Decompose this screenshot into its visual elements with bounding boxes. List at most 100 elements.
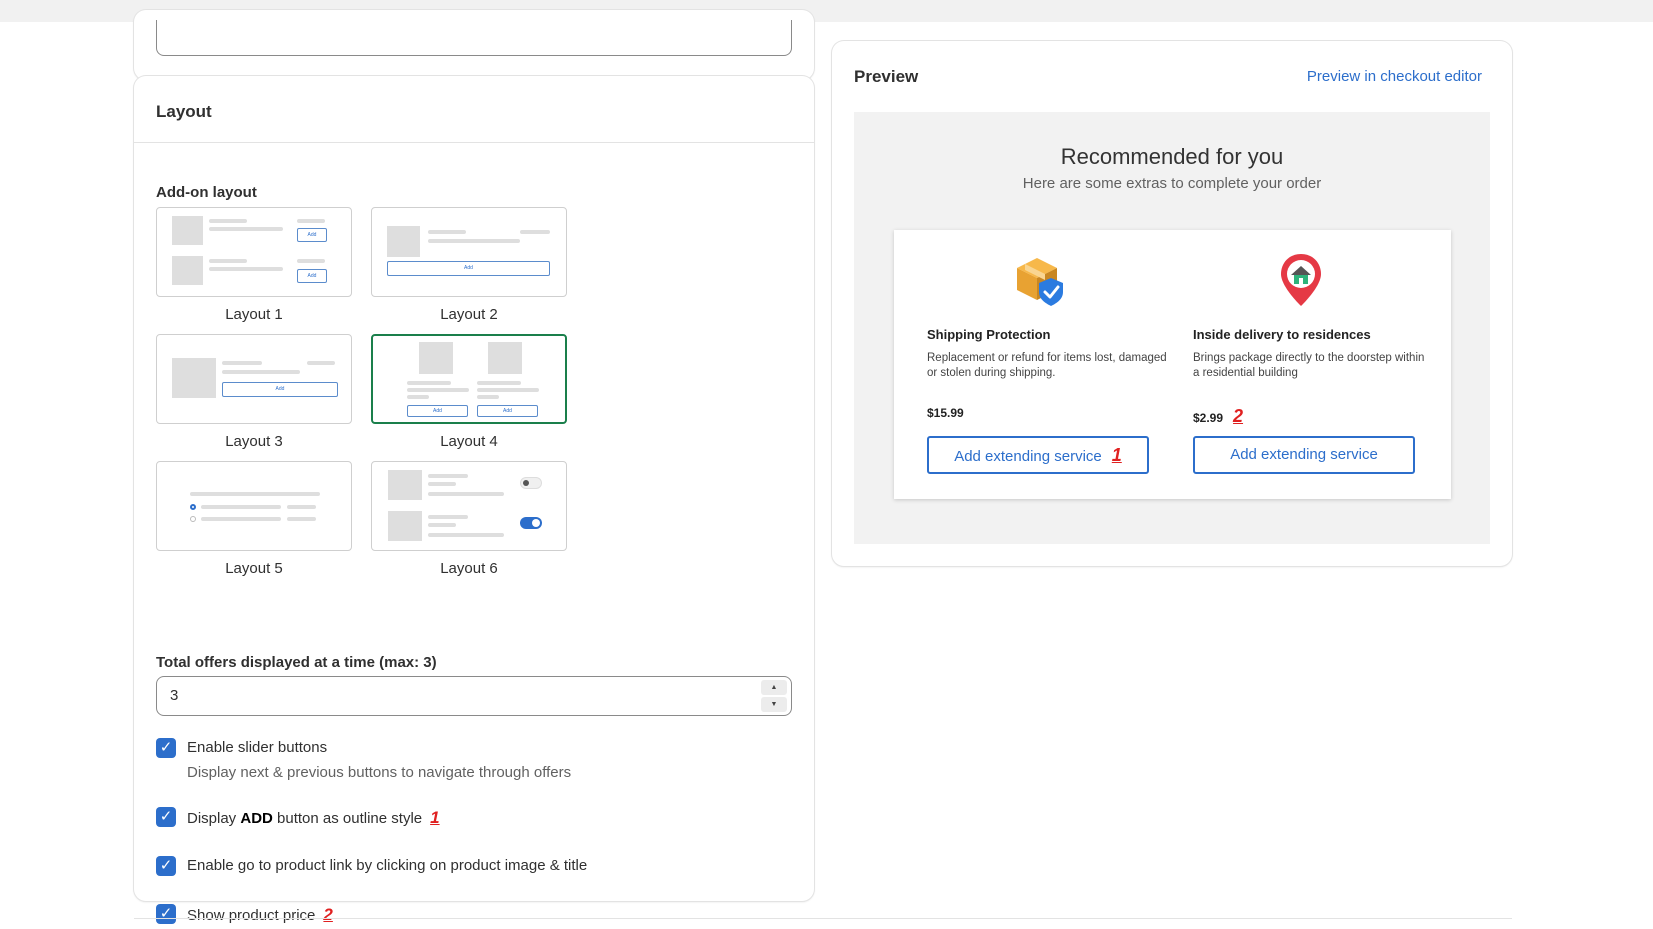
enable-slider-help: Display next & previous buttons to navig… bbox=[187, 764, 572, 781]
increment-button[interactable]: ▲ bbox=[761, 680, 787, 695]
offers-card: Shipping Protection Replacement or refun… bbox=[894, 230, 1451, 499]
layout-option-1[interactable]: Add Add bbox=[156, 207, 352, 297]
preview-area: Recommended for you Here are some extras… bbox=[854, 112, 1490, 544]
add-extending-service-button[interactable]: Add extending service bbox=[1193, 436, 1415, 474]
layout-option-5[interactable] bbox=[156, 461, 352, 551]
mini-add-button: Add bbox=[387, 261, 550, 276]
line-placeholder bbox=[428, 515, 468, 519]
line-placeholder bbox=[201, 505, 281, 509]
layout-card: Layout Add-on layout Add Add Layout 1 Ad… bbox=[134, 76, 814, 924]
radio-empty-icon bbox=[190, 516, 196, 522]
line-placeholder bbox=[407, 395, 429, 399]
line-placeholder bbox=[297, 219, 325, 223]
annotation-marker-2: 2 bbox=[323, 905, 333, 924]
preview-card: Preview Preview in checkout editor Recom… bbox=[832, 41, 1512, 566]
mini-add-button: Add bbox=[222, 382, 338, 397]
preview-title: Preview bbox=[854, 67, 919, 86]
enable-slider-label: Enable slider buttons bbox=[187, 739, 328, 756]
radio-selected-icon bbox=[190, 504, 196, 510]
annotation-marker-1: 1 bbox=[1111, 445, 1122, 465]
layout-option-4-label: Layout 4 bbox=[440, 433, 498, 450]
image-placeholder bbox=[172, 216, 203, 245]
line-placeholder bbox=[209, 267, 283, 271]
line-placeholder bbox=[428, 492, 504, 496]
show-price-checkbox[interactable]: ✓ bbox=[156, 904, 176, 924]
layout-option-5-label: Layout 5 bbox=[225, 560, 283, 577]
line-placeholder bbox=[407, 381, 451, 385]
location-pin-house-icon bbox=[1271, 250, 1331, 310]
addon-layout-label: Add-on layout bbox=[156, 184, 257, 201]
offer-description: Replacement or refund for items lost, da… bbox=[927, 352, 1167, 379]
annotation-marker-1: 1 bbox=[430, 808, 440, 827]
line-placeholder bbox=[201, 517, 281, 521]
layout-option-4[interactable]: Add Add bbox=[371, 334, 567, 424]
line-placeholder bbox=[190, 492, 320, 496]
show-price-label: Show product price 2 bbox=[187, 905, 333, 924]
offer-shipping-protection: Shipping Protection Replacement or refun… bbox=[927, 230, 1177, 499]
offer-inside-delivery: Inside delivery to residences Brings pac… bbox=[1193, 230, 1443, 499]
line-placeholder bbox=[287, 517, 316, 521]
line-placeholder bbox=[428, 230, 466, 234]
image-placeholder bbox=[172, 256, 203, 285]
preview-checkout-editor-link[interactable]: Preview in checkout editor bbox=[1307, 68, 1482, 85]
layout-card-title: Layout bbox=[156, 102, 212, 121]
page: Layout Add-on layout Add Add Layout 1 Ad… bbox=[0, 10, 1653, 929]
enable-slider-checkbox[interactable]: ✓ bbox=[156, 738, 176, 758]
image-placeholder bbox=[488, 342, 522, 374]
outline-button-checkbox[interactable]: ✓ bbox=[156, 807, 176, 827]
layout-option-3-label: Layout 3 bbox=[225, 433, 283, 450]
offer-description: Brings package directly to the doorstep … bbox=[1193, 352, 1425, 379]
add-extending-service-button[interactable]: Add extending service 1 bbox=[927, 436, 1149, 474]
recommended-subheading: Here are some extras to complete your or… bbox=[1022, 175, 1322, 192]
line-placeholder bbox=[209, 227, 283, 231]
layout-option-2-label: Layout 2 bbox=[440, 306, 498, 323]
mini-add-button: Add bbox=[407, 405, 468, 417]
image-placeholder bbox=[419, 342, 453, 374]
image-placeholder bbox=[387, 226, 420, 257]
outline-button-label: Display ADD button as outline style 1 bbox=[187, 808, 440, 827]
line-placeholder bbox=[428, 239, 520, 243]
layout-option-2[interactable]: Add bbox=[371, 207, 567, 297]
line-placeholder bbox=[297, 259, 325, 263]
line-placeholder bbox=[307, 361, 335, 365]
layout-option-3[interactable]: Add bbox=[156, 334, 352, 424]
line-placeholder bbox=[209, 219, 247, 223]
line-placeholder bbox=[428, 533, 504, 537]
total-offers-label: Total offers displayed at a time (max: 3… bbox=[156, 654, 437, 671]
line-placeholder bbox=[428, 523, 456, 527]
offer-name[interactable]: Inside delivery to residences bbox=[1193, 327, 1371, 342]
offer-price: $2.99 2 bbox=[1193, 406, 1244, 426]
annotation-marker-2: 2 bbox=[1233, 406, 1244, 426]
total-offers-value: 3 bbox=[170, 687, 179, 704]
product-link-label: Enable go to product link by clicking on… bbox=[187, 857, 588, 874]
toggle-off-icon bbox=[520, 477, 542, 489]
layout-option-6[interactable] bbox=[371, 461, 567, 551]
layout-option-1-label: Layout 1 bbox=[225, 306, 283, 323]
layout-option-6-label: Layout 6 bbox=[440, 560, 498, 577]
bottom-divider bbox=[134, 918, 1512, 919]
line-placeholder bbox=[222, 370, 300, 374]
line-placeholder bbox=[287, 505, 316, 509]
offer-name[interactable]: Shipping Protection bbox=[927, 327, 1051, 342]
line-placeholder bbox=[477, 381, 521, 385]
image-placeholder bbox=[388, 470, 422, 500]
line-placeholder bbox=[407, 388, 469, 392]
mini-add-button: Add bbox=[477, 405, 538, 417]
decrement-button[interactable]: ▼ bbox=[761, 697, 787, 712]
image-placeholder bbox=[388, 511, 422, 541]
mini-add-button: Add bbox=[297, 228, 327, 242]
line-placeholder bbox=[222, 361, 262, 365]
recommended-heading: Recommended for you bbox=[1060, 144, 1284, 169]
line-placeholder bbox=[520, 230, 550, 234]
package-shield-icon bbox=[1011, 250, 1071, 310]
line-placeholder bbox=[209, 259, 247, 263]
previous-section-card bbox=[134, 10, 814, 80]
divider bbox=[134, 142, 814, 143]
product-link-checkbox[interactable]: ✓ bbox=[156, 856, 176, 876]
previous-input[interactable] bbox=[156, 20, 792, 56]
line-placeholder bbox=[428, 474, 468, 478]
total-offers-input[interactable]: 3 ▲ ▼ bbox=[156, 676, 792, 716]
line-placeholder bbox=[477, 395, 499, 399]
offer-price: $15.99 bbox=[927, 406, 964, 420]
mini-add-button: Add bbox=[297, 269, 327, 283]
